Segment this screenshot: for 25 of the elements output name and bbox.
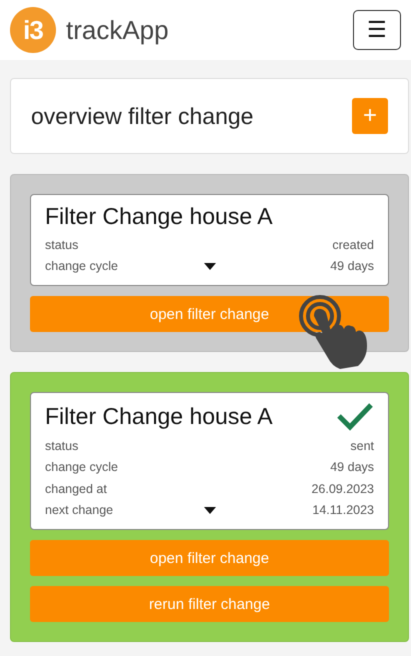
caret-down-icon	[204, 506, 216, 514]
field-value: 49 days	[329, 259, 374, 274]
card-title: Filter Change house A	[45, 402, 273, 430]
menu-button[interactable]: ☰	[353, 10, 401, 50]
logo: i3	[10, 7, 56, 53]
field-label: change cycle	[45, 460, 119, 474]
field-value: 49 days	[329, 460, 374, 474]
field-value: sent	[349, 438, 374, 453]
field-label: status	[45, 238, 80, 252]
card-title: Filter Change house A	[45, 203, 273, 230]
field-value: 14.11.2023	[311, 503, 374, 518]
app-name: trackApp	[66, 14, 169, 46]
caret-down-icon	[204, 262, 216, 270]
action-button[interactable]: open filter change	[30, 296, 389, 332]
field-value: 26.09.2023	[310, 482, 374, 496]
field-label: change cycle	[45, 259, 119, 274]
add-button[interactable]: +	[352, 98, 388, 134]
field-label: next change	[45, 503, 114, 518]
action-button[interactable]: rerun filter change	[30, 586, 389, 622]
field-label: status	[45, 438, 80, 453]
page-title: overview filter change	[31, 102, 254, 130]
field-value: created	[331, 238, 374, 252]
field-label: changed at	[45, 482, 108, 496]
action-button[interactable]: open filter change	[30, 540, 389, 576]
checkmark-icon	[336, 401, 374, 431]
